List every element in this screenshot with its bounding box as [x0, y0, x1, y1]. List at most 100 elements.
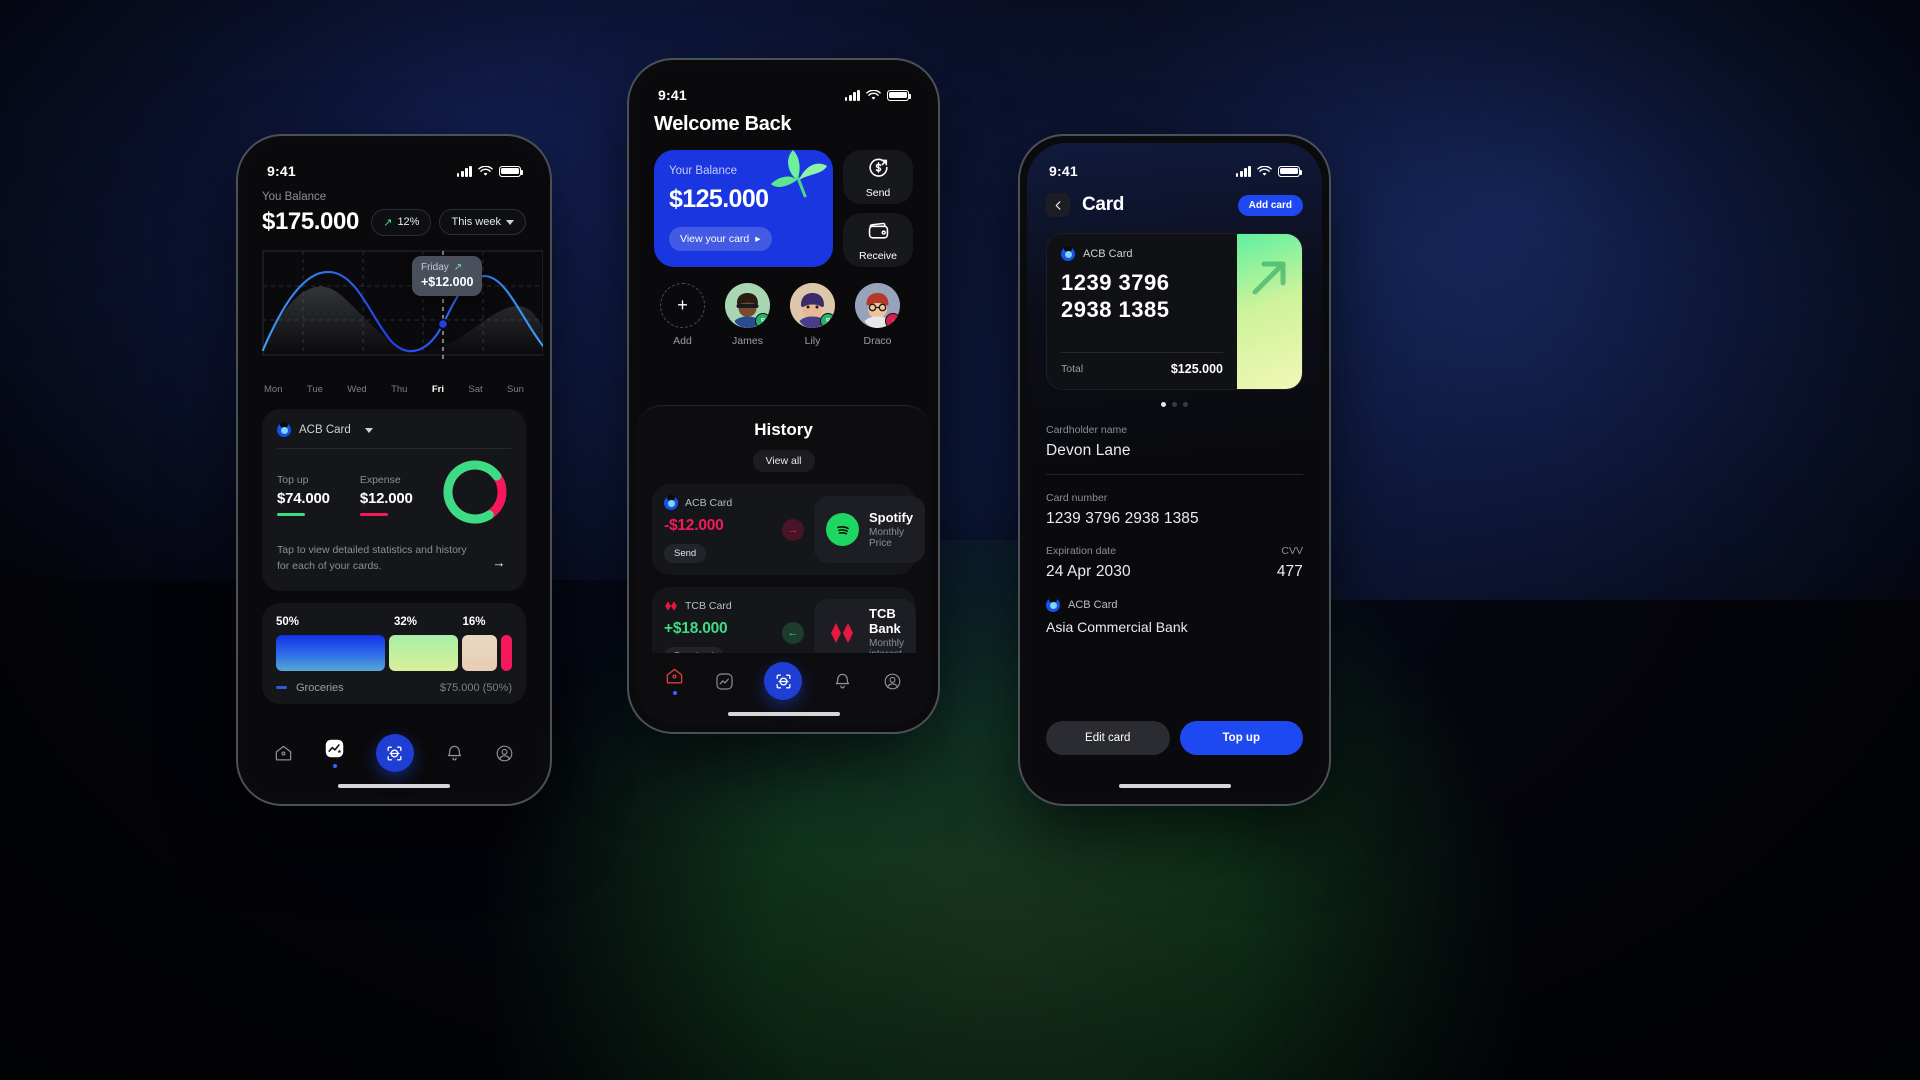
balance-row: $175.000 ↗ 12% This week	[262, 208, 526, 236]
x-tick-tue: Tue	[306, 384, 323, 395]
avatar: ↓	[855, 283, 900, 328]
send-button[interactable]: Send	[843, 150, 913, 204]
tab-notifications[interactable]	[445, 744, 464, 763]
contact-lily[interactable]: $ Lily	[786, 283, 839, 347]
status-bar: 9:41	[1027, 143, 1322, 187]
stats-icon	[325, 739, 344, 758]
edit-card-label: Edit card	[1085, 732, 1131, 744]
contact-draco[interactable]: ↓ Draco	[851, 283, 904, 347]
history-title: History	[754, 420, 813, 439]
transaction-row[interactable]: ACB Card -$12.000 Send → Spotify Monthly…	[652, 484, 926, 575]
contact-james[interactable]: $ James	[721, 283, 774, 347]
balance-label: You Balance	[262, 191, 327, 203]
transaction-amount: -$12.000	[664, 517, 724, 534]
card-stats-arrow-icon[interactable]: →	[487, 551, 511, 575]
card-pagination-dots[interactable]	[1046, 402, 1303, 407]
view-your-card-label: View your card	[680, 233, 750, 245]
breakdown-labels: 50% 32% 16%	[276, 616, 512, 628]
dot-2[interactable]	[1172, 402, 1177, 407]
arrow-left-icon: ←	[782, 621, 804, 644]
transaction-merchant[interactable]: Spotify Monthly Price	[814, 496, 926, 563]
receive-button-label: Receive	[859, 250, 897, 262]
card-actions: Edit card Top up	[1046, 721, 1303, 755]
expiry-value: 24 Apr 2030	[1046, 563, 1131, 580]
card-stats-header[interactable]: ACB Card	[277, 422, 511, 449]
period-chip[interactable]: This week	[439, 209, 526, 235]
wifi-icon	[866, 89, 881, 100]
card-stats-note: Tap to view detailed statistics and hist…	[277, 544, 467, 573]
tab-scan-button[interactable]	[764, 662, 803, 700]
bank-chip-row: ACB Card	[1046, 597, 1303, 612]
wallet-icon	[868, 222, 888, 239]
tooltip-day: Friday	[421, 262, 449, 273]
balance-line-chart[interactable]: Friday ↗ +$12.000	[262, 250, 543, 382]
expense-label: Expense	[359, 474, 401, 486]
back-button[interactable]	[1046, 193, 1070, 217]
view-your-card-button[interactable]: View your card ▸	[669, 227, 772, 251]
tab-profile[interactable]	[495, 744, 514, 763]
chevron-down-icon[interactable]	[364, 427, 373, 433]
dot-1[interactable]	[1161, 402, 1166, 407]
card-stats-panel[interactable]: ACB Card Top up $74.000 Expense $12.000	[262, 409, 526, 591]
cvv-value: 477	[1276, 563, 1303, 580]
contact-add[interactable]: + Add	[656, 283, 709, 347]
view-all-button[interactable]: View all	[752, 450, 815, 472]
receive-button[interactable]: Receive	[843, 213, 913, 267]
tab-statistics[interactable]	[324, 738, 345, 768]
signal-icon	[1235, 165, 1251, 177]
status-time: 9:41	[267, 163, 296, 179]
battery-icon	[887, 89, 912, 101]
transaction-card-name: TCB Card	[685, 600, 732, 612]
contacts-row[interactable]: + Add $ James $ Lily ↓ Draco	[654, 283, 913, 347]
bell-icon	[447, 745, 461, 760]
breakdown-label-1: 32%	[394, 615, 418, 628]
tab-statistics[interactable]	[715, 672, 734, 691]
chart-x-axis: Mon Tue Wed Thu Fri Sat Sun	[262, 384, 526, 395]
contact-name-lily: Lily	[804, 335, 821, 347]
phone-left-statistics: 9:41 You Balance $175.000 ↗ 12% This wee…	[236, 134, 552, 806]
cvv-label: CVV	[1281, 545, 1303, 557]
tab-home[interactable]	[274, 744, 293, 763]
divider	[1046, 474, 1303, 475]
status-icons	[456, 165, 524, 177]
tab-profile[interactable]	[883, 672, 902, 691]
tab-notifications[interactable]	[833, 672, 852, 691]
status-icons	[1235, 165, 1303, 177]
bar-second	[388, 634, 459, 671]
edit-card-button[interactable]: Edit card	[1046, 721, 1170, 755]
bank-chip-label: ACB Card	[1068, 599, 1118, 611]
bell-icon	[835, 673, 850, 688]
balance-card[interactable]: Your Balance $125.000 View your card ▸	[654, 150, 833, 267]
phone-right-card-detail: 9:41 Card Add card ACB Card 1239 3796 29…	[1018, 134, 1331, 806]
top-up-button[interactable]: Top up	[1179, 721, 1303, 755]
change-chip[interactable]: ↗ 12%	[371, 208, 432, 236]
expense-stat: Expense $12.000	[359, 474, 413, 516]
card-bank-short: ACB Card	[1083, 248, 1133, 260]
transaction-card-name: ACB Card	[685, 497, 733, 509]
tab-home[interactable]	[665, 667, 684, 695]
card-total-label: Total	[1061, 363, 1084, 375]
tab-active-dot	[672, 691, 677, 695]
add-card-button[interactable]: Add card	[1237, 194, 1303, 216]
card-number-value: 1239 3796 2938 1385	[1046, 510, 1199, 527]
status-bar: 9:41	[245, 143, 543, 187]
scan-icon	[776, 673, 791, 689]
cardholder-label: Cardholder name	[1046, 424, 1128, 436]
top-up-label: Top up	[1222, 732, 1260, 744]
home-indicator	[727, 712, 840, 716]
send-button-label: Send	[865, 187, 891, 199]
contact-name-add: Add	[673, 335, 692, 347]
credit-card[interactable]: ACB Card 1239 3796 2938 1385 Total $125.…	[1046, 233, 1303, 390]
acb-logo-icon	[1061, 246, 1075, 261]
home-icon	[276, 745, 292, 760]
acb-logo-icon	[664, 495, 678, 510]
dot-3[interactable]	[1183, 402, 1188, 407]
bank-full-name: Asia Commercial Bank	[1046, 619, 1188, 635]
change-chip-label: 12%	[397, 216, 420, 228]
tab-scan-button[interactable]	[375, 734, 414, 772]
badge-send-icon: $	[755, 313, 770, 328]
status-time: 9:41	[1049, 163, 1078, 179]
status-bar: 9:41	[636, 67, 931, 111]
acb-logo-icon	[277, 422, 291, 437]
profile-icon	[496, 745, 512, 761]
